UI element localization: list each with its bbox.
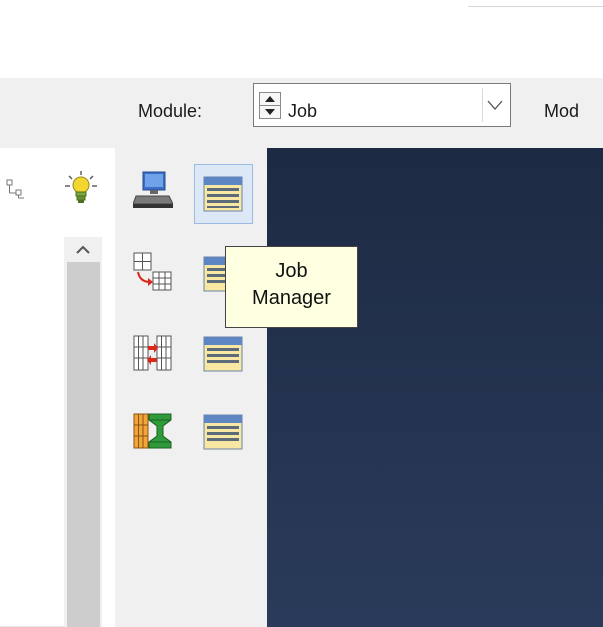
scroll-up-button[interactable] bbox=[64, 237, 102, 262]
chevron-down-icon bbox=[487, 100, 503, 110]
adaptivity-create-icon[interactable] bbox=[133, 252, 173, 292]
module-label: Module: bbox=[138, 101, 203, 121]
lightbulb-icon[interactable] bbox=[62, 170, 100, 206]
tree-scrollbar-thumb[interactable] bbox=[67, 262, 100, 627]
coexecution-manager-icon[interactable] bbox=[203, 334, 243, 374]
spinner-arrows-icon[interactable] bbox=[259, 92, 281, 119]
job-create-icon[interactable] bbox=[132, 170, 174, 210]
optimization-manager-icon[interactable] bbox=[203, 412, 243, 452]
module-spinner[interactable] bbox=[259, 92, 281, 119]
graphics-viewport[interactable] bbox=[267, 148, 603, 627]
model-label: Mod bbox=[544, 101, 580, 121]
module-value: Job bbox=[288, 101, 318, 121]
module-dropdown-button[interactable] bbox=[482, 88, 507, 122]
top-blank-area bbox=[0, 0, 603, 78]
tooltip-line-2: Manager bbox=[252, 287, 331, 309]
coexecution-create-icon[interactable] bbox=[133, 334, 173, 374]
optimization-create-icon[interactable] bbox=[133, 412, 173, 452]
chevron-up-icon bbox=[76, 245, 90, 254]
job-manager-icon[interactable] bbox=[203, 174, 243, 214]
tooltip-job-manager: Job Manager bbox=[225, 246, 358, 328]
tree-expand-icon[interactable] bbox=[6, 178, 28, 200]
tooltip-line-1: Job bbox=[275, 260, 308, 282]
top-divider bbox=[468, 6, 603, 7]
